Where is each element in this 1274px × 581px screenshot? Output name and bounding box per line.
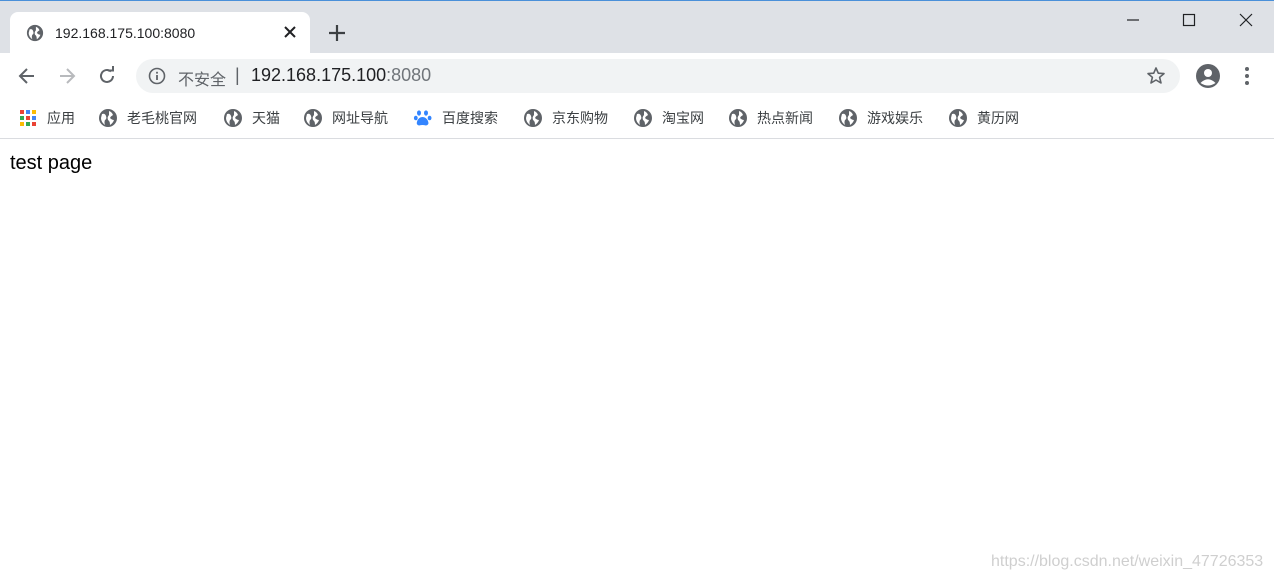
bookmark-label: 热点新闻 <box>757 111 813 127</box>
page-body-text: test page <box>10 152 93 174</box>
close-tab-icon[interactable] <box>282 24 298 40</box>
arrow-left-icon <box>18 68 34 84</box>
back-button[interactable] <box>14 63 40 89</box>
tab-title: 192.168.175.100:8080 <box>55 25 196 41</box>
bookmark-label: 淘宝网 <box>662 111 704 127</box>
globe-icon <box>99 109 117 127</box>
browser-tab[interactable]: 192.168.175.100:8080 <box>10 12 310 54</box>
url-separator: | <box>235 65 240 85</box>
bookmark-star-icon[interactable] <box>1146 66 1166 86</box>
baidu-paw-icon <box>413 110 432 126</box>
address-bar[interactable]: 不安全 | 192.168.175.100:8080 <box>136 59 1180 93</box>
url-text[interactable]: 192.168.175.100:8080 <box>251 65 431 86</box>
globe-icon <box>26 24 44 42</box>
globe-icon <box>224 109 242 127</box>
close-icon <box>1239 13 1253 27</box>
url-host: 192.168.175.100 <box>251 65 387 85</box>
bookmark-label: 百度搜索 <box>442 111 498 127</box>
globe-icon <box>729 109 747 127</box>
forward-button[interactable] <box>54 63 80 89</box>
globe-icon <box>949 109 967 127</box>
bookmark-label: 京东购物 <box>552 111 608 127</box>
minimize-icon <box>1127 19 1139 21</box>
apps-grid-icon <box>20 110 36 126</box>
watermark: https://blog.csdn.net/weixin_47726353 <box>991 553 1264 570</box>
tab-strip: 192.168.175.100:8080 <box>0 0 1274 54</box>
globe-icon <box>839 109 857 127</box>
bookmark-label: 黄历网 <box>977 111 1019 127</box>
bookmark-label: 天猫 <box>252 111 280 127</box>
bookmark-label: 游戏娱乐 <box>867 111 923 127</box>
maximize-icon <box>1182 13 1196 27</box>
bookmarks-bar: 应用 老毛桃官网 天猫 网址导航 百度搜索 京东购物 淘宝网 热点新闻 游戏娱乐… <box>0 99 1274 139</box>
bookmark-label: 网址导航 <box>332 111 388 127</box>
info-icon[interactable] <box>148 67 166 85</box>
security-status: 不安全 <box>178 70 227 89</box>
minimize-button[interactable] <box>1105 2 1161 38</box>
close-window-button[interactable] <box>1218 2 1274 38</box>
url-port: :8080 <box>386 65 432 85</box>
reload-icon <box>100 66 114 83</box>
bookmark-label: 应用 <box>47 111 75 127</box>
maximize-button[interactable] <box>1161 2 1217 38</box>
bookmark-label: 老毛桃官网 <box>127 111 197 127</box>
new-tab-icon[interactable] <box>326 22 348 44</box>
toolbar: 不安全 | 192.168.175.100:8080 <box>0 53 1274 99</box>
reload-button[interactable] <box>94 63 120 89</box>
profile-avatar-icon[interactable] <box>1194 62 1222 90</box>
arrow-right-icon <box>60 68 76 84</box>
menu-dots-icon[interactable] <box>1236 64 1258 88</box>
globe-icon <box>634 109 652 127</box>
globe-icon <box>524 109 542 127</box>
globe-icon <box>304 109 322 127</box>
